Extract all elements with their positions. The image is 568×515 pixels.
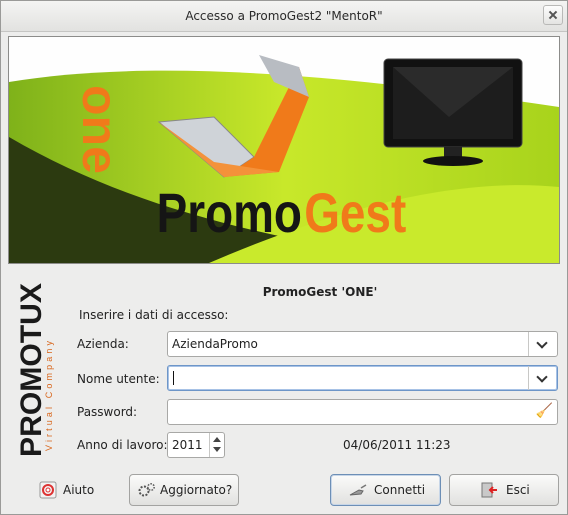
azienda-combo[interactable]: AziendaPromo [167,331,558,357]
brand-gest-text: Gest [304,182,406,244]
password-label: Password: [77,405,138,419]
banner-image: one Promo Gest [8,36,560,264]
azienda-dropdown-button[interactable] [528,332,557,356]
utente-combo[interactable] [167,365,558,391]
close-window-button[interactable] [543,5,563,25]
text-caret [173,371,174,385]
promotux-logo: PROMOTUX Virtual Company [15,281,55,459]
datetime-label: 04/06/2011 11:23 [343,438,451,452]
connect-label: Connetti [374,483,426,497]
login-window: Accesso a PromoGest2 "MentoR" one Promo … [0,0,568,515]
azienda-label: Azienda: [77,337,129,351]
exit-door-icon [481,482,497,498]
form-heading: PromoGest 'ONE' [262,285,378,299]
title-bar[interactable]: Accesso a PromoGest2 "MentoR" [1,1,567,32]
intro-label: Inserire i dati di accesso: [79,308,229,322]
password-field[interactable]: 🧹 [167,399,558,425]
azienda-value: AziendaPromo [172,337,258,351]
brand-one-text: one [72,85,128,174]
spinner-arrows[interactable] [209,433,224,457]
spin-up-icon[interactable] [213,437,221,442]
anno-value: 2011 [172,438,203,452]
utente-label: Nome utente: [77,372,160,386]
lifebuoy-icon [39,481,57,499]
exit-button[interactable]: Esci [449,474,559,506]
help-label: Aiuto [63,483,95,497]
anno-label: Anno di lavoro: [77,438,168,452]
update-label: Aggiornato? [160,483,233,497]
brand-promo-text: Promo [157,182,302,244]
logo-sub-text: Virtual Company [44,341,54,452]
gears-icon [138,482,156,497]
exit-label: Esci [506,483,530,497]
connect-button[interactable]: Connetti [330,474,441,506]
window-title: Accesso a PromoGest2 "MentoR" [185,9,383,23]
update-button[interactable]: Aggiornato? [129,474,239,506]
plug-icon [349,484,367,496]
utente-dropdown-button[interactable] [528,366,557,390]
svg-text:one: one [72,85,128,174]
anno-spinner[interactable]: 2011 [167,432,225,458]
spin-down-icon[interactable] [213,447,221,452]
clear-broom-icon[interactable]: 🧹 [536,403,553,419]
banner-graphic: one Promo Gest [9,37,559,263]
